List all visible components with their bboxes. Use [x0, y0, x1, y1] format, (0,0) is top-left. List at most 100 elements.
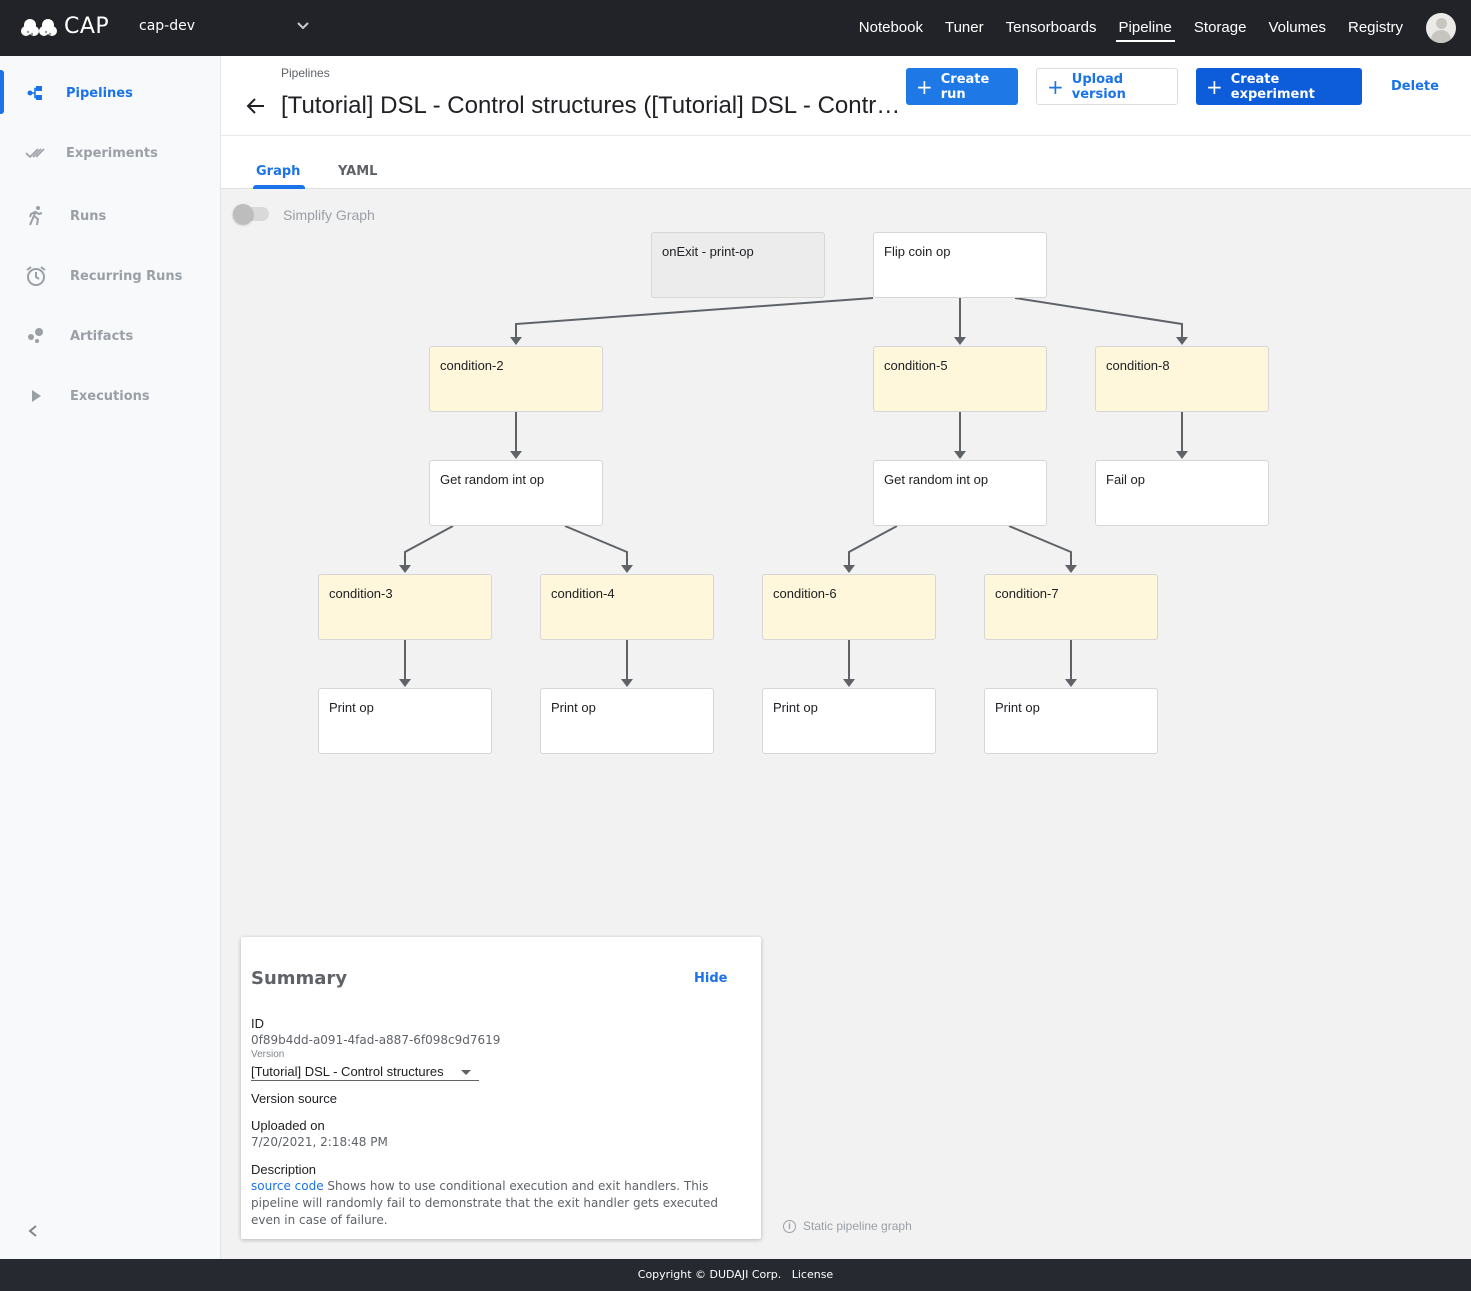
- graph-node-condition[interactable]: condition-2: [429, 346, 603, 412]
- graph-canvas[interactable]: Simplify Graph onExit - print-op Flip co…: [221, 190, 1471, 1259]
- footer: Copyright © DUDAJI Corp. License: [0, 1259, 1471, 1291]
- arrowhead-icon: [399, 679, 411, 687]
- experiments-icon: [24, 141, 48, 165]
- hide-summary-button[interactable]: Hide: [694, 971, 727, 986]
- graph-node-condition[interactable]: condition-8: [1095, 346, 1269, 412]
- artifacts-icon: [24, 324, 48, 348]
- nav-tensorboards[interactable]: Tensorboards: [1006, 0, 1097, 56]
- nav-volumes[interactable]: Volumes: [1268, 0, 1326, 56]
- top-nav: Notebook Tuner Tensorboards Pipeline Sto…: [848, 0, 1471, 56]
- chevron-left-icon[interactable]: [26, 1222, 40, 1243]
- sidebar-item-label: Runs: [70, 208, 107, 224]
- graph-node-condition[interactable]: condition-7: [984, 574, 1158, 640]
- upload-version-button[interactable]: + Upload version: [1036, 68, 1178, 105]
- graph-node[interactable]: Print op: [984, 688, 1158, 754]
- sidebar-item-experiments[interactable]: Experiments: [0, 123, 220, 183]
- source-code-link[interactable]: source code: [251, 1179, 324, 1193]
- sidebar-item-runs[interactable]: Runs: [0, 186, 220, 246]
- sidebar-item-label: Recurring Runs: [70, 268, 183, 284]
- sidebar-item-artifacts[interactable]: Artifacts: [0, 306, 220, 366]
- runs-icon: [24, 204, 48, 228]
- arrowhead-icon: [1176, 337, 1188, 345]
- graph-edge: [404, 525, 454, 566]
- nav-tuner[interactable]: Tuner: [945, 0, 984, 56]
- chevron-down-icon[interactable]: [296, 18, 310, 37]
- play-icon: [24, 384, 48, 408]
- tab-graph[interactable]: Graph: [256, 164, 300, 179]
- sidebar-item-executions[interactable]: Executions: [0, 366, 220, 426]
- license-link[interactable]: License: [792, 1268, 833, 1281]
- sidebar-item-label: Experiments: [66, 145, 158, 161]
- sidebar-item-pipelines[interactable]: Pipelines: [0, 63, 220, 123]
- create-run-label: Create run: [940, 71, 990, 102]
- top-bar: CAP cap-dev Notebook Tuner Tensorboards …: [0, 0, 1471, 56]
- nav-storage[interactable]: Storage: [1194, 0, 1247, 56]
- user-avatar[interactable]: [1426, 13, 1456, 43]
- simplify-graph-toggle[interactable]: [233, 204, 269, 224]
- arrowhead-icon: [510, 451, 522, 459]
- graph-edge: [848, 525, 898, 566]
- graph-node-exit-handler[interactable]: onExit - print-op: [651, 232, 825, 298]
- arrowhead-icon: [621, 565, 633, 573]
- arrowhead-icon: [843, 565, 855, 573]
- namespace-select[interactable]: cap-dev: [139, 18, 195, 34]
- simplify-graph-label: Simplify Graph: [283, 207, 375, 223]
- breadcrumb[interactable]: Pipelines: [281, 66, 330, 80]
- arrowhead-icon: [399, 565, 411, 573]
- logo[interactable]: CAP: [20, 14, 109, 39]
- sidebar-item-label: Executions: [70, 388, 150, 404]
- version-select[interactable]: [Tutorial] DSL - Control structures: [251, 1064, 479, 1081]
- arrowhead-icon: [954, 337, 966, 345]
- summary-title: Summary: [251, 968, 348, 989]
- back-arrow-icon[interactable]: [246, 96, 266, 122]
- version-value: [Tutorial] DSL - Control structures: [251, 1064, 444, 1079]
- cap-logo-icon: [21, 18, 57, 36]
- info-icon: i: [783, 1219, 796, 1233]
- page-title: [Tutorial] DSL - Control structures ([Tu…: [281, 92, 901, 119]
- graph-edge: [1014, 297, 1183, 338]
- pipelines-icon: [24, 81, 48, 105]
- create-run-button[interactable]: + Create run: [906, 68, 1018, 105]
- arrowhead-icon: [1065, 565, 1077, 573]
- graph-node[interactable]: Fail op: [1095, 460, 1269, 526]
- graph-node[interactable]: Get random int op: [873, 460, 1047, 526]
- arrowhead-icon: [621, 679, 633, 687]
- nav-notebook[interactable]: Notebook: [859, 0, 923, 56]
- uploaded-label: Uploaded on: [251, 1118, 325, 1133]
- version-label: Version: [251, 1049, 285, 1060]
- dropdown-arrow-icon: [461, 1070, 471, 1075]
- description-text: source code Shows how to use conditional…: [251, 1178, 751, 1229]
- graph-node[interactable]: Print op: [540, 688, 714, 754]
- graph-node[interactable]: Flip coin op: [873, 232, 1047, 298]
- create-experiment-button[interactable]: + Create experiment: [1196, 68, 1362, 105]
- graph-node[interactable]: Get random int op: [429, 460, 603, 526]
- graph-node[interactable]: Print op: [762, 688, 936, 754]
- plus-icon: +: [1047, 74, 1064, 99]
- arrowhead-icon: [843, 679, 855, 687]
- graph-node-condition[interactable]: condition-5: [873, 346, 1047, 412]
- graph-edge: [515, 297, 874, 338]
- graph-node[interactable]: Print op: [318, 688, 492, 754]
- tab-yaml[interactable]: YAML: [338, 164, 377, 179]
- arrowhead-icon: [1065, 679, 1077, 687]
- alarm-icon: [24, 264, 48, 288]
- sidebar-item-label: Artifacts: [70, 328, 134, 344]
- avatar-head: [1436, 18, 1447, 29]
- copyright-text: Copyright © DUDAJI Corp.: [637, 1268, 782, 1281]
- brand-name: CAP: [64, 14, 110, 39]
- graph-node-condition[interactable]: condition-4: [540, 574, 714, 640]
- nav-registry[interactable]: Registry: [1348, 0, 1403, 56]
- sidebar: Pipelines Experiments Runs Recurring Run…: [0, 56, 221, 1259]
- plus-icon: +: [1206, 74, 1223, 99]
- nav-pipeline[interactable]: Pipeline: [1115, 0, 1176, 56]
- arrowhead-icon: [1176, 451, 1188, 459]
- sidebar-item-recurring-runs[interactable]: Recurring Runs: [0, 246, 220, 306]
- id-label: ID: [251, 1016, 264, 1031]
- active-tab-indicator: [253, 185, 305, 189]
- toggle-knob: [233, 204, 253, 224]
- graph-node-condition[interactable]: condition-6: [762, 574, 936, 640]
- graph-node-condition[interactable]: condition-3: [318, 574, 492, 640]
- avatar-body: [1431, 30, 1451, 43]
- create-experiment-label: Create experiment: [1230, 71, 1315, 102]
- delete-button[interactable]: Delete: [1381, 68, 1449, 105]
